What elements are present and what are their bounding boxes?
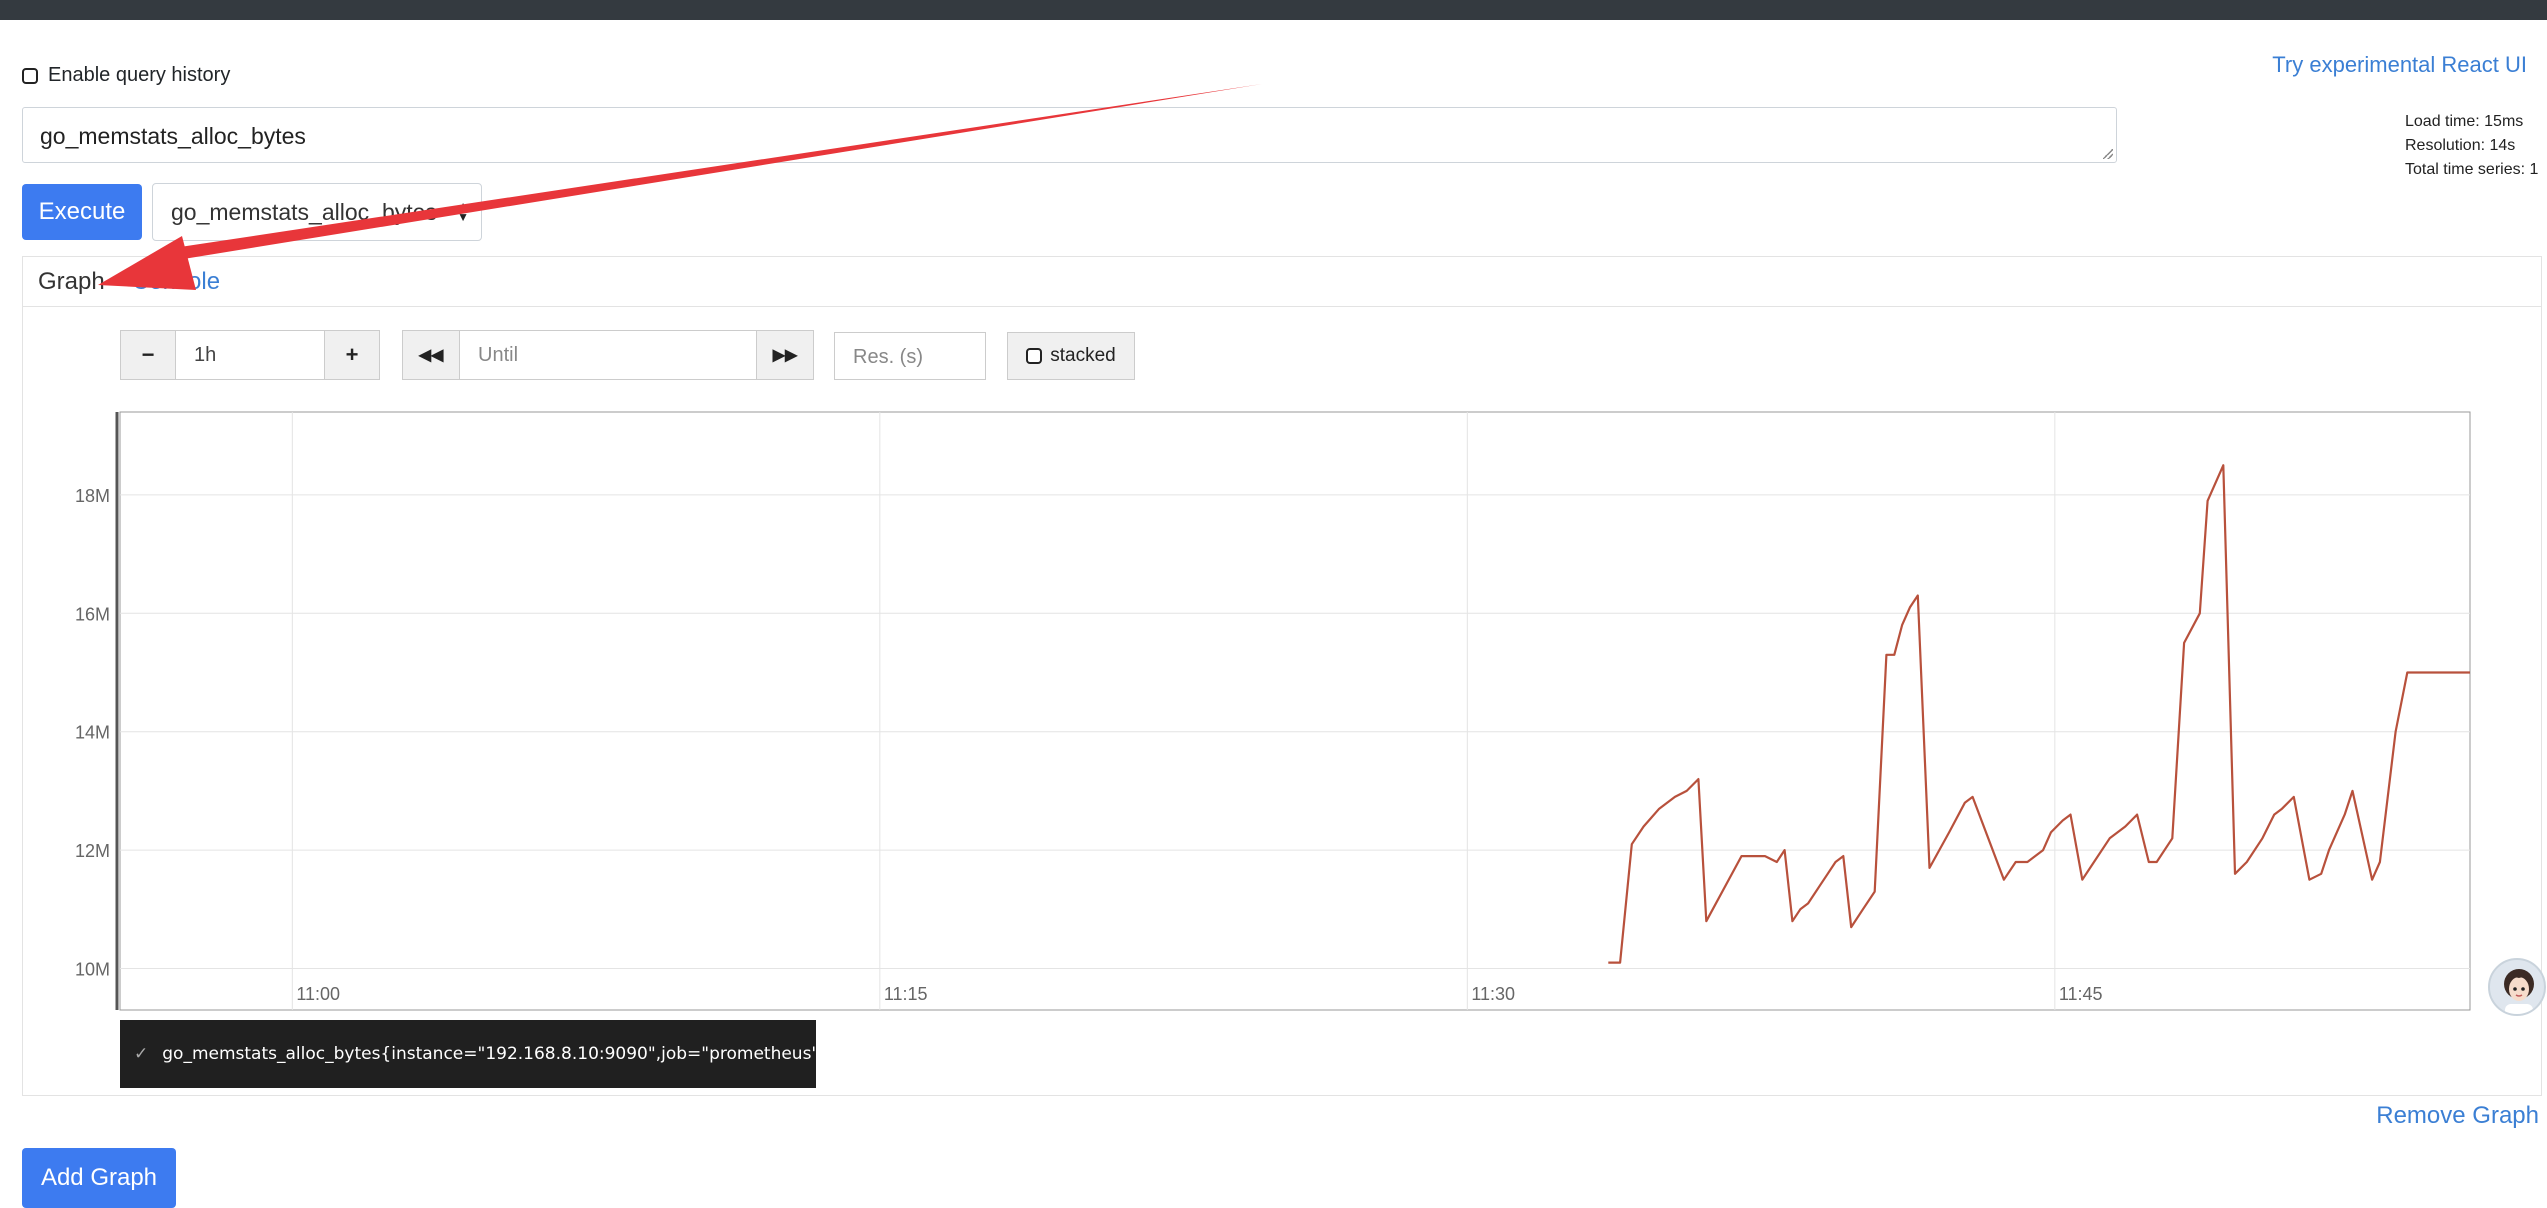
add-graph-button[interactable]: Add Graph <box>22 1148 176 1208</box>
plot-area <box>119 411 2471 1011</box>
check-icon: ✓ <box>134 1044 149 1064</box>
x-tick-label: 11:45 <box>2059 984 2103 1004</box>
annotation-arrow-head <box>98 236 196 290</box>
assistant-avatar-icon[interactable] <box>2488 958 2546 1016</box>
legend-label: go_memstats_alloc_bytes{instance="192.16… <box>162 1044 831 1064</box>
y-tick-label: 10M <box>75 960 110 980</box>
legend[interactable]: ✓ go_memstats_alloc_bytes{instance="192.… <box>120 1020 830 1088</box>
y-tick-label: 14M <box>75 723 110 743</box>
x-tick-label: 11:15 <box>884 984 928 1004</box>
y-tick-label: 18M <box>75 486 110 506</box>
annotation-arrow-shaft <box>160 84 1262 262</box>
y-tick-label: 12M <box>75 841 110 861</box>
y-tick-label: 16M <box>75 604 110 624</box>
x-tick-label: 11:00 <box>296 984 340 1004</box>
x-tick-label: 11:30 <box>1471 984 1515 1004</box>
remove-graph-link[interactable]: Remove Graph <box>2376 1102 2539 1130</box>
graph-chart: 10M 12M 14M 16M 18M 11:00 11:15 11:30 11:45 <box>75 84 2471 1011</box>
